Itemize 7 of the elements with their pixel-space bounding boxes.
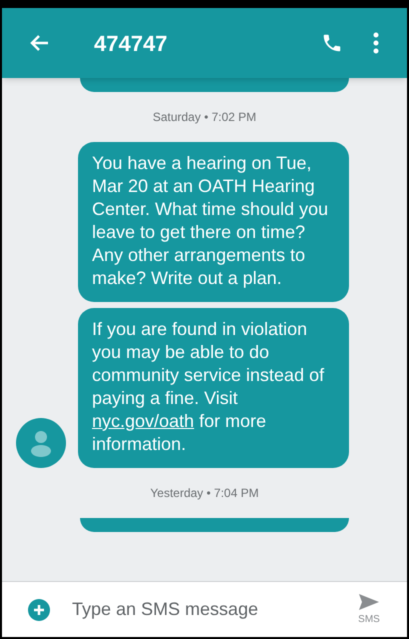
send-button[interactable]: SMS [357, 592, 381, 627]
message-bubble: If you are found in violation you may be able to do community service instead of paying a fine. Visit nyc.gov/oath for more information. [78, 308, 349, 468]
timestamp: Saturday • 7:02 PM [152, 109, 256, 126]
timestamp: Yesterday • 7:04 PM [150, 485, 259, 502]
link[interactable]: nyc.gov/oath [92, 411, 194, 431]
contact-title: 474747 [94, 30, 168, 58]
message-bubble: You have a hearing on Tue, Mar 20 at an OATH Hearing Center. What time should you leave to get there on time? Any other arrangements to make? Write out a plan. [78, 142, 349, 302]
